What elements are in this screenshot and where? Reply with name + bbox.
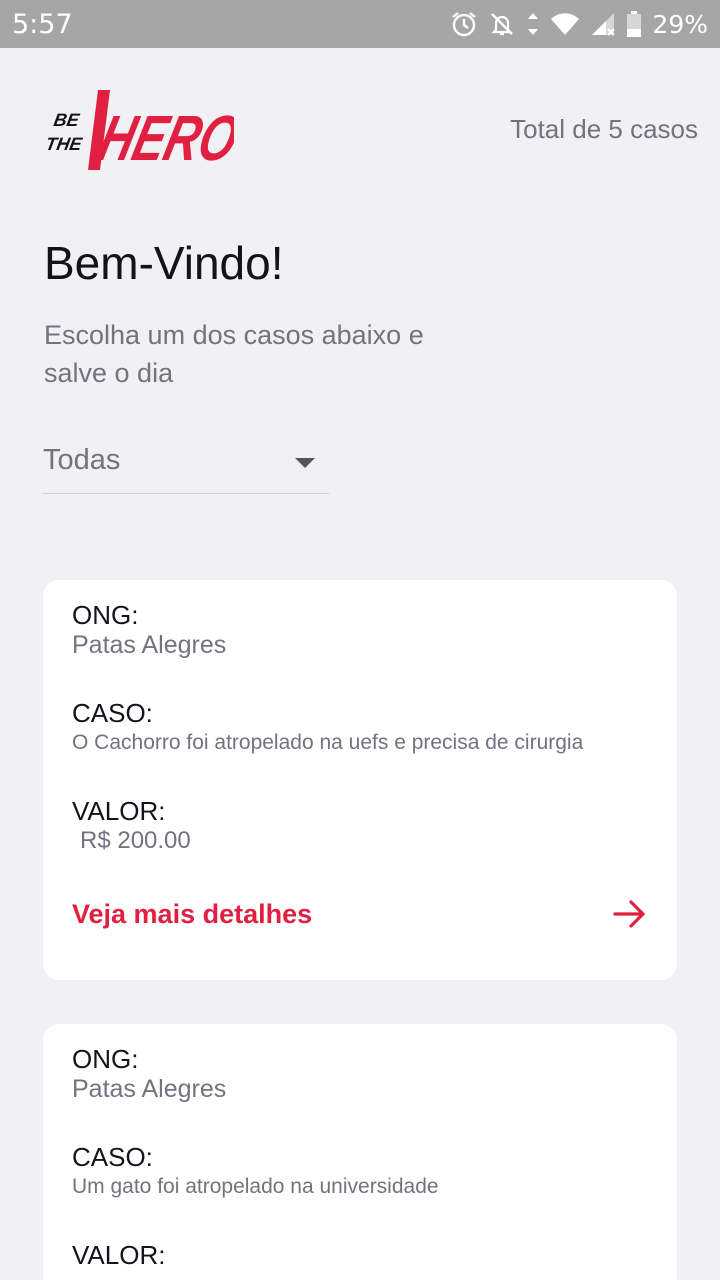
- svg-text:BE: BE: [52, 110, 81, 130]
- header: BE THE HERO Total de 5 casos: [44, 86, 698, 172]
- svg-text:HERO: HERO: [92, 102, 234, 172]
- be-the-hero-logo: BE THE HERO: [44, 90, 234, 172]
- case-label: CASO:: [72, 1142, 153, 1172]
- value-label: VALOR:: [72, 1240, 166, 1270]
- cell-signal-icon: [592, 13, 616, 36]
- battery-percentage: 29%: [652, 9, 708, 39]
- case-title: O Cachorro foi atropelado na uefs e prec…: [72, 731, 584, 754]
- wifi-icon: [551, 13, 580, 35]
- status-icons: 29%: [450, 10, 708, 39]
- data-arrows-icon: [528, 13, 539, 35]
- case-card: ONG: Patas Alegres CASO: Um gato foi atr…: [43, 1024, 677, 1280]
- value-label: VALOR:: [72, 796, 166, 826]
- total-cases: Total de 5 casos: [510, 113, 698, 144]
- page-title: Bem-Vindo!: [44, 237, 284, 289]
- ong-name: Patas Alegres: [72, 1075, 227, 1103]
- filter-selected-value: Todas: [43, 444, 121, 476]
- svg-text:THE: THE: [44, 134, 84, 154]
- case-label: CASO:: [72, 698, 153, 728]
- caret-down-icon: [295, 458, 315, 468]
- battery-icon: [627, 11, 642, 37]
- arrow-right-icon: [613, 900, 645, 928]
- case-title: Um gato foi atropelado na universidade: [72, 1175, 439, 1198]
- case-value: R$ 200.00: [80, 827, 191, 854]
- ong-name: Patas Alegres: [72, 631, 227, 659]
- status-bar: 5:57 29%: [0, 0, 720, 48]
- status-time: 5:57: [12, 8, 73, 40]
- notifications-off-icon: [491, 13, 514, 36]
- case-card: ONG: Patas Alegres CASO: O Cachorro foi …: [43, 580, 677, 980]
- ong-label: ONG:: [72, 1044, 139, 1074]
- category-filter-select[interactable]: Todas: [43, 436, 329, 494]
- see-details-label: Veja mais detalhes: [72, 898, 313, 929]
- alarm-icon: [452, 12, 477, 37]
- see-details-button[interactable]: Veja mais detalhes: [72, 896, 648, 932]
- page-description: Escolha um dos casos abaixo e salve o di…: [44, 320, 424, 388]
- ong-label: ONG:: [72, 600, 139, 630]
